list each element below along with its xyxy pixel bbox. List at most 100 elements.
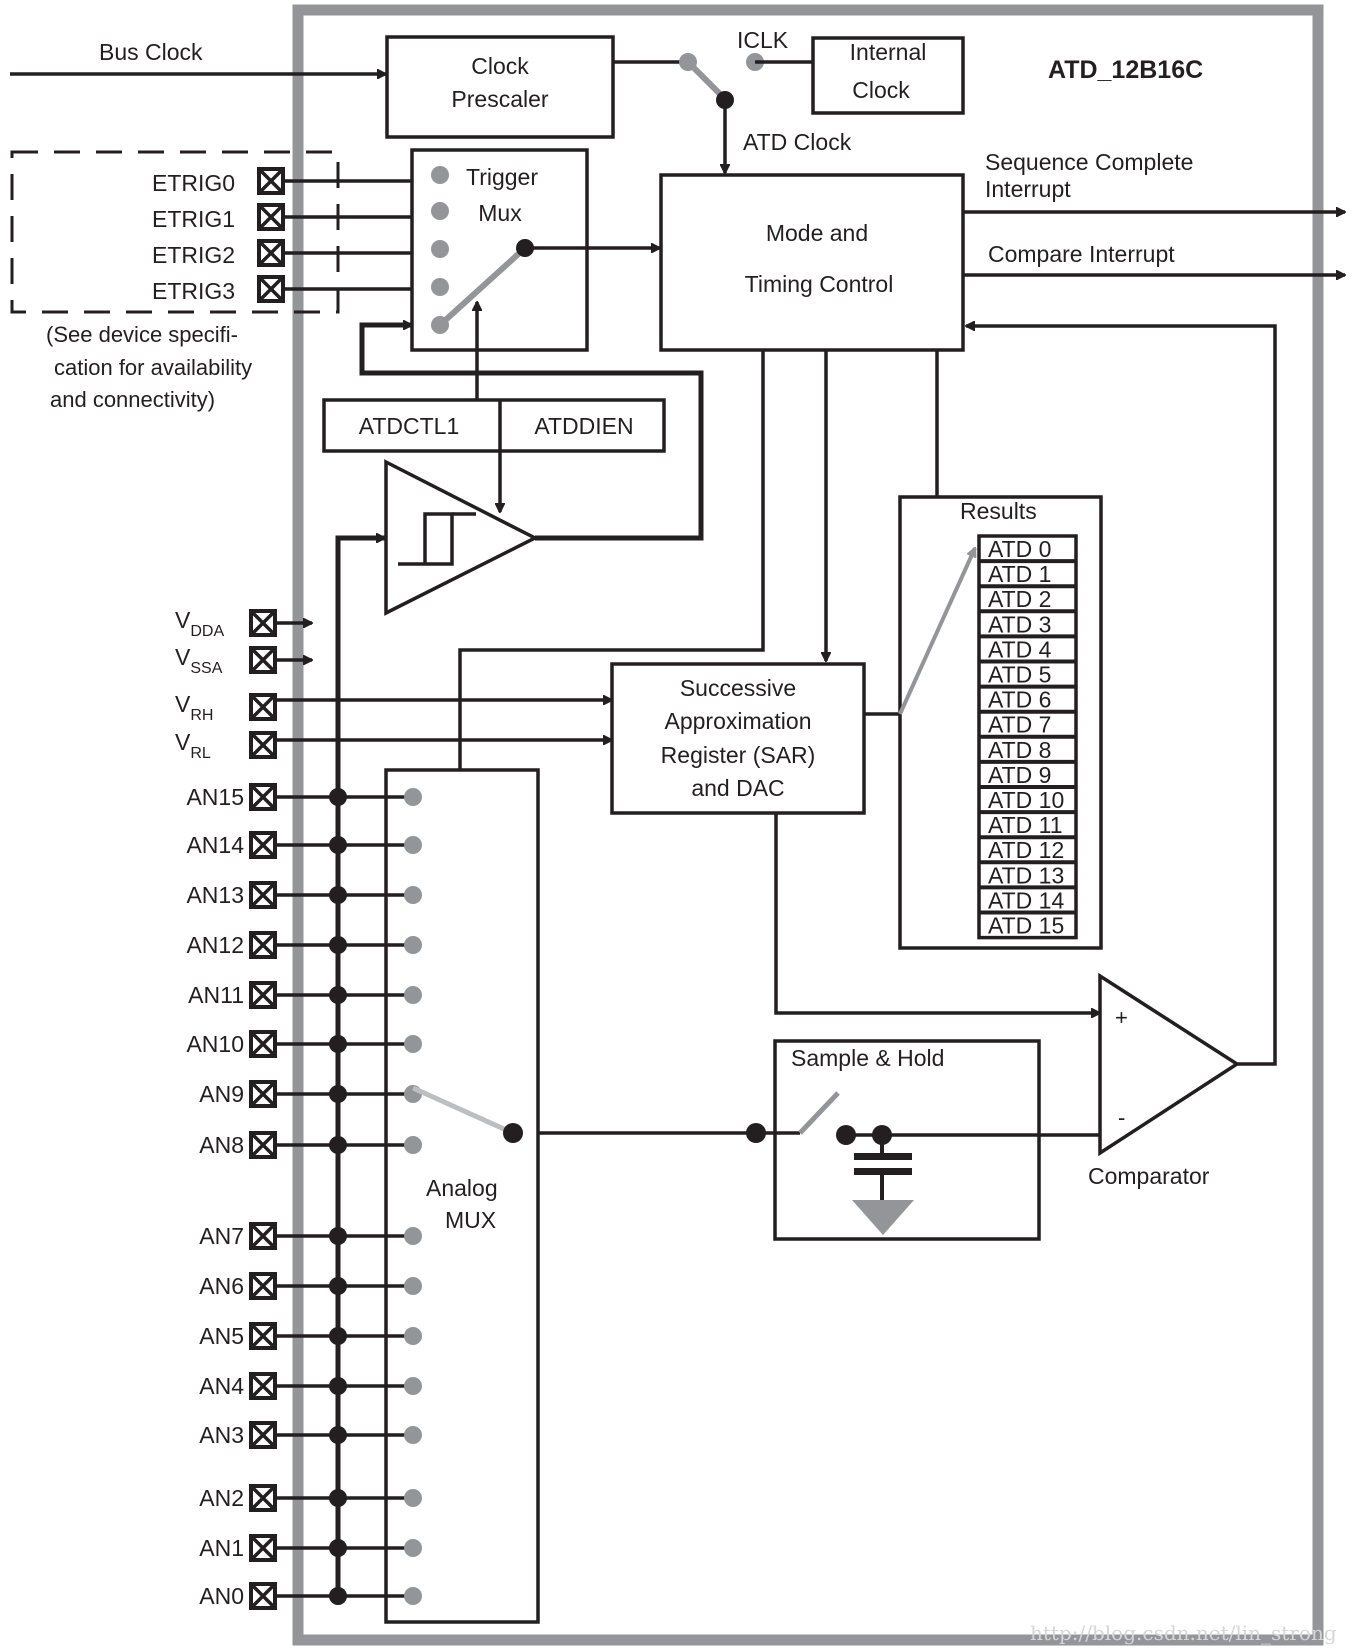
result-register: ATD 13	[979, 860, 1076, 888]
analog-mux-input-contact	[404, 886, 422, 904]
bus-junction	[329, 986, 347, 1004]
module-title: ATD_12B16C	[1048, 56, 1203, 84]
bus-junction	[329, 886, 347, 904]
analog-mux-label-1: Analog	[426, 1175, 498, 1201]
analog-pin-icon	[249, 1582, 277, 1610]
supply-pin-label: VSSA	[175, 644, 223, 677]
analog-mux-input-contact	[404, 1426, 422, 1444]
analog-mux-input-contact	[404, 1539, 422, 1557]
analog-mux-label-2: MUX	[445, 1207, 496, 1233]
supply-pin-label: VDDA	[175, 607, 224, 640]
analog-pin-icon	[249, 881, 277, 909]
analog-mux-input-contact	[404, 1085, 422, 1103]
supply-pin-icon	[249, 646, 277, 674]
bus-junction	[329, 1426, 347, 1444]
result-register: ATD 15	[979, 910, 1076, 939]
seq-complete-label-2: Interrupt	[985, 176, 1071, 202]
analog-pin-icon	[249, 1131, 277, 1159]
svg-text:ATD 13: ATD 13	[988, 862, 1064, 888]
compare-interrupt-label: Compare Interrupt	[988, 241, 1175, 267]
analog-mux-input-contact	[404, 986, 422, 1004]
atd-clock-label: ATD Clock	[743, 129, 852, 155]
svg-text:ATD 10: ATD 10	[988, 787, 1064, 813]
bus-junction	[329, 1489, 347, 1507]
trigger-mux-input-contact	[431, 166, 449, 184]
analog-pin-label: AN9	[199, 1081, 244, 1107]
etrig-pin-icon	[257, 239, 285, 267]
supply-pin-icon	[249, 731, 277, 759]
etrig-note-line1: (See device specifi-	[46, 322, 238, 347]
svg-text:Mode and: Mode and	[766, 220, 868, 246]
bus-junction	[329, 1277, 347, 1295]
analog-pin-icon	[249, 1421, 277, 1449]
etrig-note-line3: and connectivity)	[50, 387, 215, 412]
trigger-mux-input-contact	[431, 240, 449, 258]
analog-mux-input-contact	[404, 1136, 422, 1154]
sh-input-node	[746, 1123, 766, 1143]
seq-complete-label-1: Sequence Complete	[985, 149, 1193, 175]
trigger-mux-input-contact	[431, 202, 449, 220]
analog-pin-icon	[249, 1030, 277, 1058]
bus-junction	[329, 936, 347, 954]
atd-block-diagram: ATD_12B16C Bus Clock Clock Prescaler ICL…	[10, 4, 1352, 1646]
analog-pin-label: AN0	[199, 1583, 244, 1609]
svg-text:ATD 6: ATD 6	[988, 687, 1051, 713]
comparator-plus-label: +	[1115, 1005, 1128, 1030]
analog-pin-icon	[249, 981, 277, 1009]
analog-pin-icon	[249, 783, 277, 811]
supply-pin-label: VRH	[175, 691, 213, 724]
svg-text:Timing Control: Timing Control	[745, 271, 894, 297]
svg-text:Mux: Mux	[478, 200, 522, 226]
etrig-label: ETRIG2	[152, 242, 235, 268]
svg-text:ATD 1: ATD 1	[988, 561, 1051, 587]
trigger-mux-input-contact	[431, 278, 449, 296]
analog-pin-icon	[249, 1322, 277, 1350]
svg-text:ATD 15: ATD 15	[988, 913, 1064, 939]
analog-pin-label: AN6	[199, 1273, 244, 1299]
analog-mux-input-contact	[404, 1277, 422, 1295]
analog-pin-label: AN8	[199, 1132, 244, 1158]
atddien-register: ATDDIEN	[534, 413, 633, 439]
results-title: Results	[960, 498, 1037, 524]
schmitt-trigger-buffer	[384, 459, 539, 616]
bus-clock-label: Bus Clock	[99, 39, 203, 65]
etrig-pin-icon	[257, 275, 285, 303]
svg-text:ATD 14: ATD 14	[988, 887, 1064, 913]
bus-junction	[329, 1377, 347, 1395]
supply-pin-icon	[249, 693, 277, 721]
svg-text:and DAC: and DAC	[691, 775, 784, 801]
result-register: ATD 12	[979, 835, 1076, 863]
supply-pin-label: VRL	[175, 729, 211, 762]
comparator-label: Comparator	[1088, 1163, 1210, 1189]
analog-pin-icon	[249, 1372, 277, 1400]
svg-text:ATD 12: ATD 12	[988, 837, 1064, 863]
svg-text:ATD 5: ATD 5	[988, 662, 1051, 688]
etrig-label: ETRIG1	[152, 206, 235, 232]
svg-text:ATD 11: ATD 11	[988, 812, 1063, 838]
analog-pin-icon	[249, 1272, 277, 1300]
watermark: http://blog.csdn.net/lin_strong	[1030, 1621, 1337, 1645]
analog-pin-label: AN5	[199, 1323, 244, 1349]
analog-pin-icon	[249, 831, 277, 859]
analog-pin-label: AN4	[199, 1373, 244, 1399]
comparator-minus-label: -	[1118, 1105, 1125, 1130]
svg-text:ATD 0: ATD 0	[988, 536, 1051, 562]
bus-junction	[329, 1327, 347, 1345]
analog-mux-input-contact	[404, 1327, 422, 1345]
bus-junction	[329, 1227, 347, 1245]
analog-pin-icon	[249, 1080, 277, 1108]
etrig-pin-icon	[257, 167, 285, 195]
analog-pin-label: AN7	[199, 1223, 244, 1249]
svg-text:Clock: Clock	[471, 53, 529, 79]
bus-junction	[329, 1587, 347, 1605]
analog-mux-input-contact	[404, 1035, 422, 1053]
svg-text:ATD 2: ATD 2	[988, 586, 1051, 612]
analog-mux-input-contact	[404, 1489, 422, 1507]
svg-text:ATD 9: ATD 9	[988, 762, 1051, 788]
svg-text:ATD 3: ATD 3	[988, 611, 1051, 637]
internal-clock-block: Internal Clock	[811, 36, 965, 115]
clock-select-switch	[685, 59, 727, 101]
analog-pin-label: AN13	[186, 882, 244, 908]
analog-mux-input-contact	[404, 836, 422, 854]
analog-pin-label: AN10	[186, 1031, 244, 1057]
